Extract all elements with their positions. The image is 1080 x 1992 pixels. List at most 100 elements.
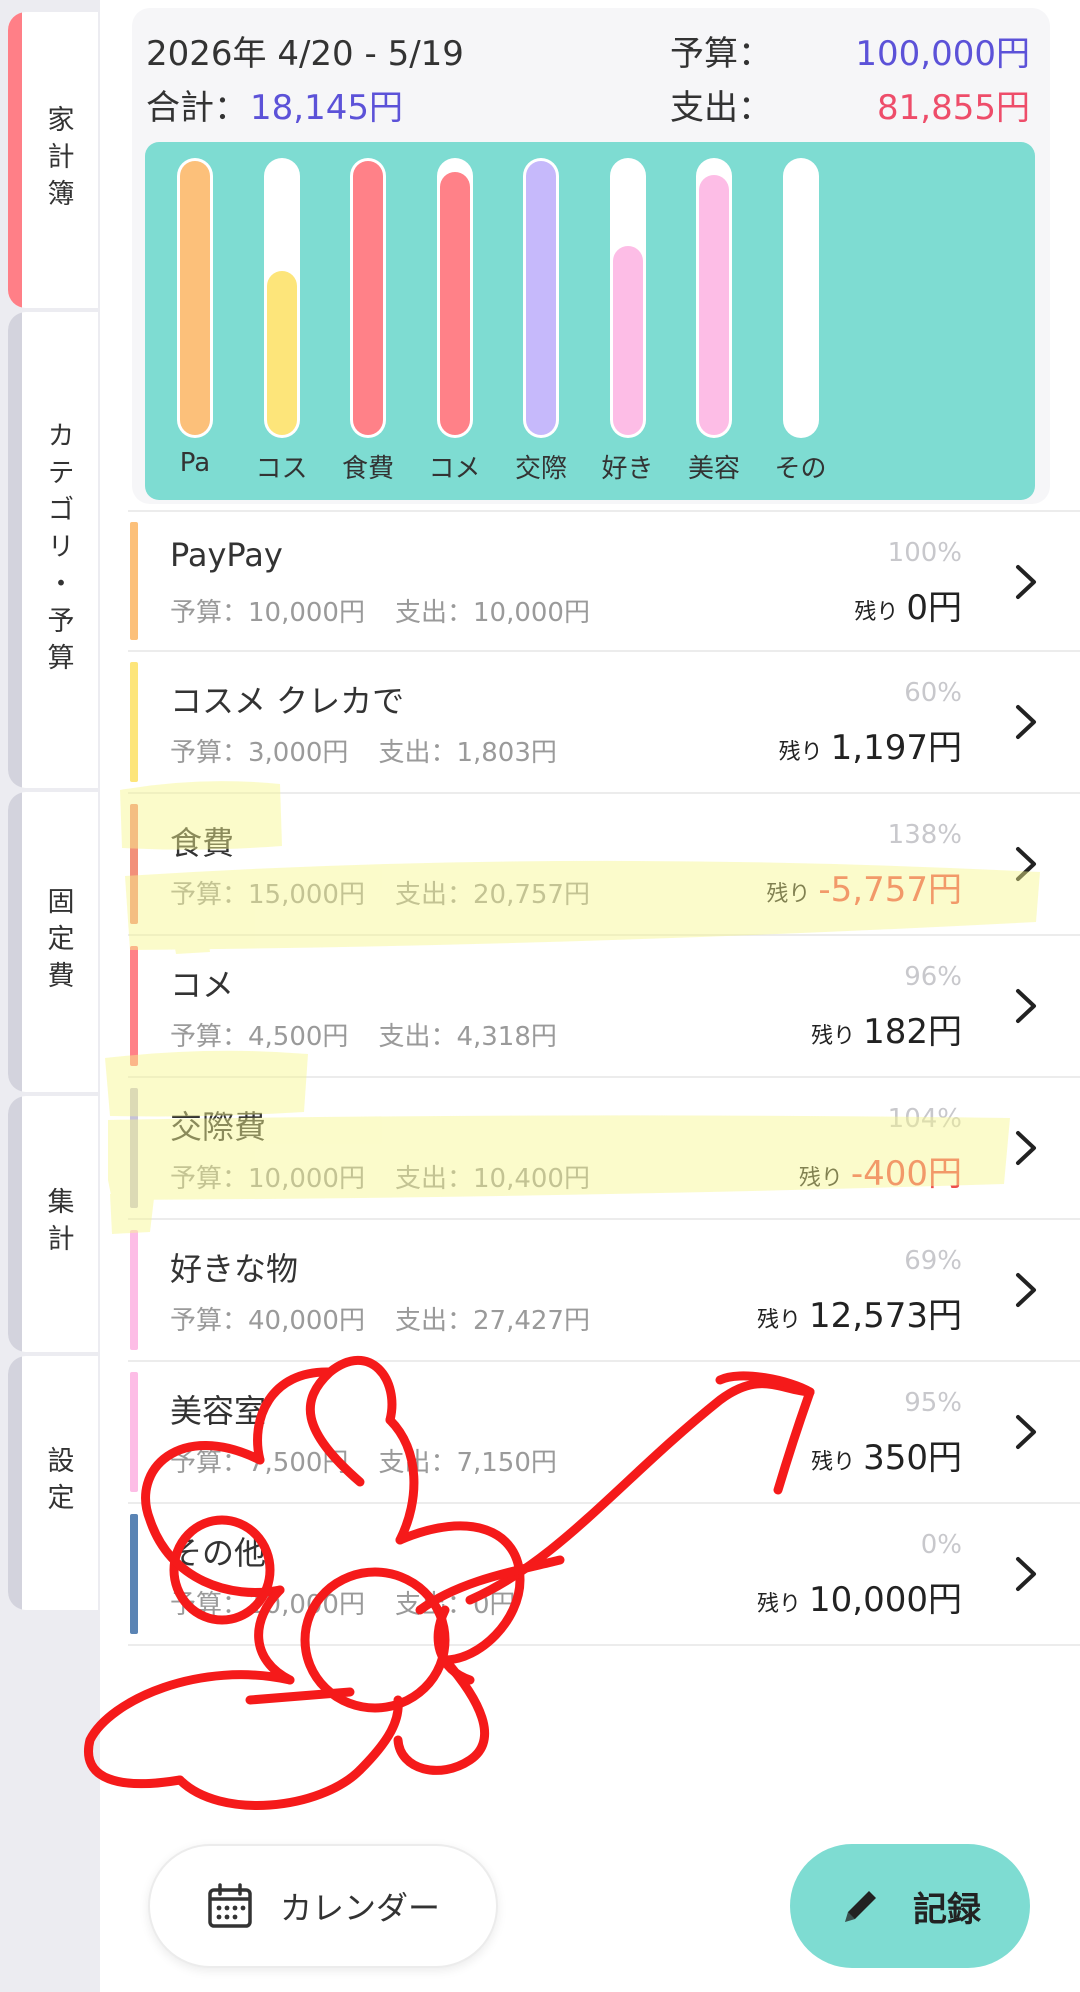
category-remaining: 残り 10,000円	[757, 1572, 962, 1621]
category-color-stripe	[130, 804, 138, 924]
remaining-label: 残り	[811, 1024, 856, 1049]
category-color-stripe	[130, 1088, 138, 1208]
tab-fixed-costs[interactable]: 固定費	[8, 792, 98, 1092]
category-spent: 支出：0円	[394, 1590, 516, 1620]
category-budget-spent: 予算：15,000円 支出：20,757円	[170, 874, 590, 911]
chevron-right-icon[interactable]	[1012, 1128, 1040, 1168]
category-budget-spent: 予算：10,000円 支出：10,400円	[170, 1158, 590, 1195]
tab-label: 集計	[42, 1187, 74, 1261]
category-spent: 支出：10,000円	[394, 598, 590, 628]
category-percent: 96%	[904, 962, 962, 992]
tab-household-book[interactable]: 家計簿	[8, 12, 98, 308]
category-row[interactable]: 交際費 予算：10,000円 支出：10,400円 104% 残り -400円	[128, 1078, 1080, 1220]
chart-bar-track	[350, 158, 386, 438]
category-row[interactable]: コスメ クレカで予算：3,000円 支出：1,803円 60% 残り 1,197円	[128, 652, 1080, 794]
remaining-value: -400円	[850, 1154, 962, 1194]
tab-settings[interactable]: 設定	[8, 1356, 98, 1610]
tab-label: 固定費	[42, 886, 74, 998]
period-label[interactable]: 2026年 4/20 - 5/19	[146, 26, 464, 75]
category-spent: 支出：20,757円	[394, 880, 590, 910]
record-button[interactable]: 記録	[790, 1844, 1030, 1968]
budget-label: 予算：	[670, 34, 772, 74]
remaining-label: 残り	[766, 882, 811, 907]
tab-label: カテゴリ・予算	[42, 420, 74, 680]
chart-bar	[526, 161, 556, 435]
category-spent: 支出：27,427円	[394, 1306, 590, 1336]
category-budget-spent: 予算：40,000円 支出：27,427円	[170, 1300, 590, 1337]
calendar-button-label: カレンダー	[279, 1889, 440, 1927]
chart-bar-track	[177, 158, 213, 438]
chart-category-label: その	[774, 454, 827, 484]
category-remaining: 残り -400円	[799, 1146, 962, 1195]
category-budget: 予算：3,000円	[170, 738, 349, 768]
chevron-right-icon[interactable]	[1012, 562, 1040, 602]
category-budget-spent: 予算：10,000円 支出：0円	[170, 1584, 516, 1621]
chevron-right-icon[interactable]	[1012, 1412, 1040, 1452]
chart-bar-track	[782, 158, 819, 438]
expense-label: 支出：	[670, 88, 772, 128]
remaining-label: 残り	[757, 1308, 802, 1333]
chart-bar	[699, 174, 729, 435]
category-percent: 100%	[887, 538, 962, 568]
category-row[interactable]: 好きな物 予算：40,000円 支出：27,427円 69% 残り 12,573円	[128, 1220, 1080, 1362]
category-color-stripe	[130, 1514, 138, 1634]
remaining-value: 182円	[863, 1012, 962, 1052]
category-name: 美容室	[170, 1392, 267, 1430]
chart-bar	[612, 245, 643, 435]
category-budget: 予算：10,000円	[170, 598, 365, 628]
category-percent: 104%	[887, 1104, 962, 1134]
calendar-button[interactable]: カレンダー	[148, 1844, 498, 1968]
chevron-right-icon[interactable]	[1012, 1554, 1040, 1594]
chart-bar	[439, 171, 470, 435]
sidebar: 家計簿 カテゴリ・予算 固定費 集計 設定	[0, 0, 100, 1992]
remaining-label: 残り	[757, 1592, 802, 1617]
chevron-right-icon[interactable]	[1012, 844, 1040, 884]
category-budget-spent: 予算：7,500円 支出：7,150円	[170, 1442, 557, 1479]
category-budget: 予算：7,500円	[170, 1448, 349, 1478]
category-row[interactable]: その他 予算：10,000円 支出：0円 0% 残り 10,000円	[128, 1504, 1080, 1646]
chart-bar	[266, 270, 297, 435]
category-budget: 予算：10,000円	[170, 1164, 365, 1194]
category-row[interactable]: PayPay 予算：10,000円 支出：10,000円 100% 残り 0円	[128, 510, 1080, 652]
category-remaining: 残り 1,197円	[779, 720, 962, 769]
remaining-label: 残り	[854, 600, 899, 625]
remaining-label: 残り	[778, 740, 823, 765]
remaining-label: 残り	[811, 1450, 856, 1475]
category-budget-spent: 予算：3,000円 支出：1,803円	[170, 732, 557, 769]
chart-bar-track	[609, 158, 646, 438]
total-value: 18,145円	[250, 88, 403, 128]
chart-bar-track	[263, 158, 300, 438]
budget-usage-chart: Pa コス 食費 コメ 交際 好き 美容 その	[145, 142, 1035, 500]
budget-value: 100,000円	[855, 34, 1030, 74]
chevron-right-icon[interactable]	[1012, 702, 1040, 742]
category-name: コスメ クレカで	[170, 682, 405, 720]
chart-bar-track	[523, 158, 559, 438]
category-color-stripe	[130, 946, 138, 1066]
category-percent: 60%	[904, 678, 962, 708]
category-percent: 138%	[887, 820, 962, 850]
category-row[interactable]: 美容室 予算：7,500円 支出：7,150円 95% 残り 350円	[128, 1362, 1080, 1504]
remaining-value: 12,573円	[809, 1296, 962, 1336]
category-row[interactable]: コメ 予算：4,500円 支出：4,318円 96% 残り 182円	[128, 936, 1080, 1078]
tab-category-budget[interactable]: カテゴリ・予算	[8, 312, 98, 788]
tab-label: 設定	[42, 1446, 74, 1520]
chart-bar-track	[696, 158, 732, 438]
category-budget-spent: 予算：4,500円 支出：4,318円	[170, 1016, 557, 1053]
chart-bar	[180, 161, 210, 435]
chevron-right-icon[interactable]	[1012, 1270, 1040, 1310]
pencil-icon	[845, 1891, 876, 1922]
expense-value: 81,855円	[877, 88, 1030, 128]
calendar-icon	[208, 1883, 252, 1928]
category-color-stripe	[130, 522, 138, 640]
category-spent: 支出：4,318円	[378, 1022, 557, 1052]
category-spent: 支出：7,150円	[378, 1448, 557, 1478]
tab-summary[interactable]: 集計	[8, 1096, 98, 1352]
category-remaining: 残り 182円	[811, 1004, 962, 1053]
category-color-stripe	[130, 1230, 138, 1350]
remaining-value: 10,000円	[809, 1580, 962, 1620]
remaining-value: 0円	[906, 588, 962, 628]
category-remaining: 残り 350円	[811, 1430, 962, 1479]
category-row[interactable]: 食費 予算：15,000円 支出：20,757円 138% 残り -5,757円	[128, 794, 1080, 936]
category-budget: 予算：15,000円	[170, 880, 365, 910]
chevron-right-icon[interactable]	[1012, 986, 1040, 1026]
